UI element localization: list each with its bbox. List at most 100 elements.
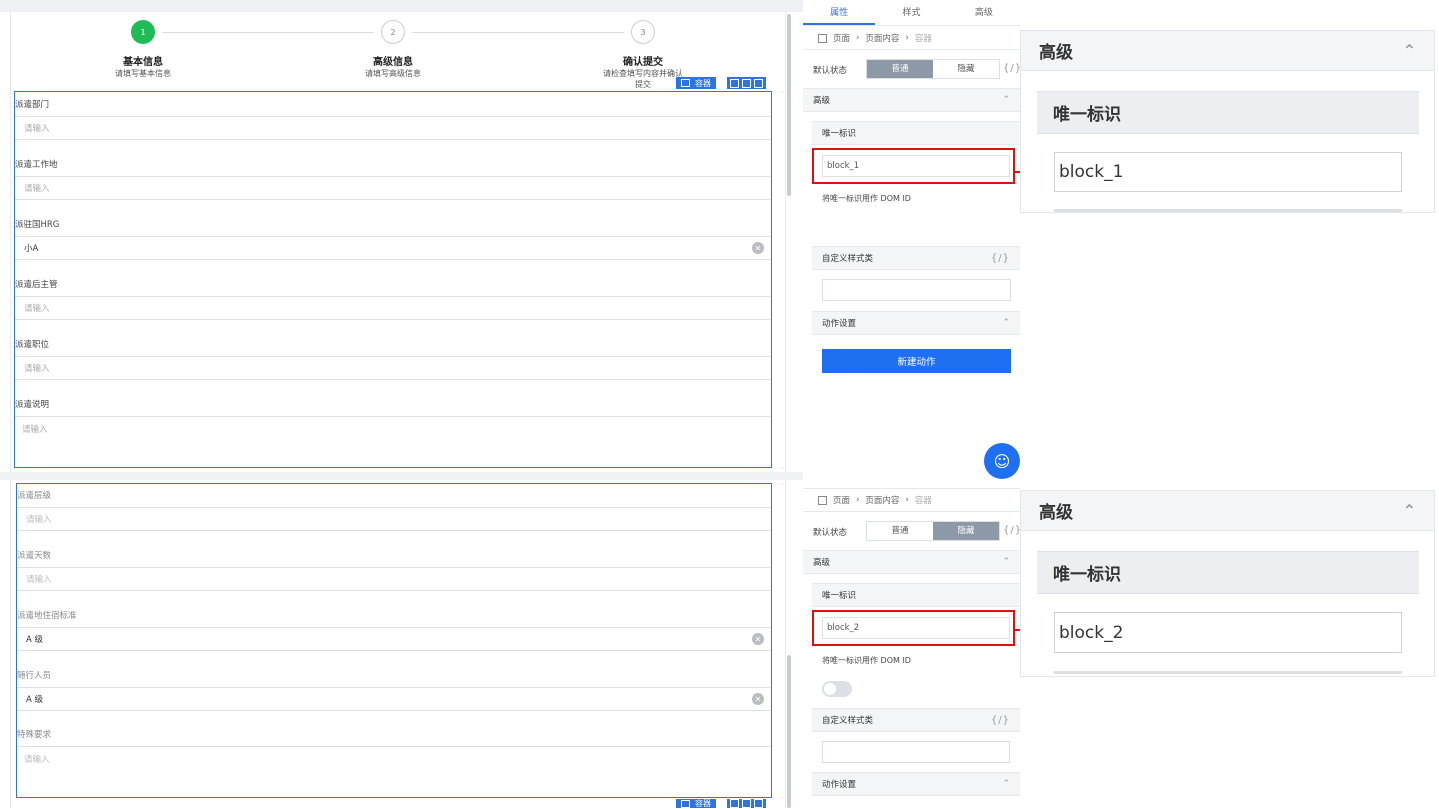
canvas-left-border [10,12,11,808]
advanced-section-header[interactable]: 高级 ⌃ [803,88,1020,112]
default-state-label: 默认状态 [813,66,848,76]
clear-icon[interactable]: ✕ [752,633,764,645]
chevron-up-icon: ⌃ [1402,41,1416,60]
container-1[interactable] [14,91,772,468]
state-hidden-option[interactable]: 隐藏 [933,60,999,78]
tab-advanced[interactable]: 高级 [948,0,1020,25]
divider [803,488,1020,489]
zoom-bottom-border [1054,209,1402,212]
field-input-manager[interactable]: 请输入 [15,296,770,320]
clear-icon[interactable]: ✕ [752,693,764,705]
advanced-section-title: 高级 [813,96,831,106]
chevron-up-icon: ⌃ [1402,501,1416,520]
use-as-dom-toggle[interactable] [822,681,852,697]
canvas-right-border [785,12,786,808]
breadcrumb-container[interactable]: 容器 [915,32,932,44]
field-label-hrg: 派驻国HRG [15,220,60,230]
field-input-position[interactable]: 请输入 [15,356,770,380]
custom-class-header: 自定义样式类 {/} [812,246,1020,270]
advanced-section-header[interactable]: 高级 ⌃ [803,550,1020,574]
breadcrumb-content[interactable]: 页面内容 [865,32,899,44]
step-3-circle[interactable]: 3 [631,20,655,44]
zoom-callout-bottom: 高级 ⌃ 唯一标识 block_2 [1020,490,1435,677]
delete-icon[interactable] [754,78,763,88]
new-action-button[interactable]: 新建动作 [822,349,1011,373]
field-label-special: 特殊要求 [17,730,52,740]
step-2-circle[interactable]: 2 [381,20,405,44]
field-input-hrg[interactable]: 小A ✕ [15,236,770,260]
chevron-up-icon: ⌃ [1002,557,1010,567]
field-textarea-special[interactable]: 请输入 [17,746,770,796]
breadcrumb-content[interactable]: 页面内容 [865,494,899,506]
container-badge-2[interactable]: 容器 [676,799,716,808]
zoom-title: 高级 [1039,503,1073,523]
state-normal-option[interactable]: 普通 [867,522,933,540]
tab-style[interactable]: 样式 [875,0,947,25]
field-label-days: 派遣天数 [17,551,52,561]
field-input-workplace[interactable]: 请输入 [15,176,770,200]
custom-class-input[interactable] [822,741,1010,763]
field-label-position: 派遣职位 [15,340,50,350]
field-input-dept[interactable]: 请输入 [15,116,770,140]
chevron-up-icon: ⌃ [1002,779,1010,789]
field-value-hrg: 小A [24,244,39,254]
field-input-lodging[interactable]: A 级 ✕ [17,627,770,651]
chat-bot-icon[interactable]: ☺ [984,443,1020,479]
breadcrumb: 页面 › 页面内容 › 容器 [818,32,932,44]
canvas-scrollbar-top[interactable] [787,14,791,196]
custom-class-header: 自定义样式类 {/} [812,708,1020,732]
state-hidden-option[interactable]: 隐藏 [933,522,999,540]
add-icon[interactable] [730,799,739,808]
delete-icon[interactable] [754,799,763,808]
chevron-up-icon: ⌃ [1002,95,1010,105]
container-toolbar-2[interactable] [727,799,766,808]
field-value-lodging: A 级 [26,635,44,645]
custom-class-label: 自定义样式类 [822,716,874,726]
property-panel-bottom: 页面 › 页面内容 › 容器 默认状态 普通 隐藏 {/} 高级 ⌃ 唯一标识 … [803,480,1021,808]
copy-icon[interactable] [742,78,751,88]
container-badge-label: 容器 [695,78,711,88]
field-label-level: 派遣层级 [17,491,52,501]
step-1-circle[interactable]: 1 [131,20,155,44]
unique-id-label: 唯一标识 [822,591,857,601]
chevron-right-icon: › [856,495,860,505]
field-label-desc: 派遣说明 [15,400,50,410]
default-state-label: 默认状态 [813,528,848,538]
zoom-subheader: 唯一标识 [1037,91,1419,134]
clear-icon[interactable]: ✕ [752,242,764,254]
action-settings-label: 动作设置 [822,780,857,790]
action-settings-label: 动作设置 [822,319,857,329]
chevron-right-icon: › [905,33,909,43]
zoom-input: block_1 [1054,152,1402,192]
breadcrumb-container[interactable]: 容器 [915,494,932,506]
panel-tabs: 属性 样式 高级 [803,0,1020,26]
section-separator [0,472,803,480]
container-badge-1[interactable]: 容器 [676,77,716,89]
breadcrumb-page[interactable]: 页面 [833,32,850,44]
tab-properties[interactable]: 属性 [803,0,876,25]
use-as-dom-label: 将唯一标识用作 DOM ID [822,194,911,203]
copy-icon[interactable] [742,799,751,808]
breadcrumb-page[interactable]: 页面 [833,494,850,506]
top-strip [0,0,803,12]
field-value-companion: A 级 [26,695,44,705]
divider [803,49,1020,50]
field-input-days[interactable]: 请输入 [17,567,770,591]
container-toolbar-1[interactable] [727,77,766,89]
step-1-desc: 请填写基本信息 [115,69,171,78]
canvas-scrollbar-bottom[interactable] [787,655,791,808]
field-textarea-desc[interactable]: 请输入 [15,416,770,466]
code-icon[interactable]: {/} [991,715,1010,726]
field-label-manager: 派遣后主管 [15,280,58,290]
field-input-companion[interactable]: A 级 ✕ [17,687,770,711]
zoom-callout-top: 高级 ⌃ 唯一标识 block_1 [1020,30,1435,213]
action-settings-header[interactable]: 动作设置 ⌃ [812,772,1020,796]
field-input-level[interactable]: 请输入 [17,507,770,531]
custom-class-input[interactable] [822,279,1011,301]
action-settings-header[interactable]: 动作设置 ⌃ [812,311,1020,335]
state-normal-option[interactable]: 普通 [867,60,933,78]
step-2-title: 高级信息 [373,57,413,68]
add-icon[interactable] [730,78,739,88]
code-icon[interactable]: {/} [991,253,1010,264]
field-label-workplace: 派遣工作地 [15,160,58,170]
